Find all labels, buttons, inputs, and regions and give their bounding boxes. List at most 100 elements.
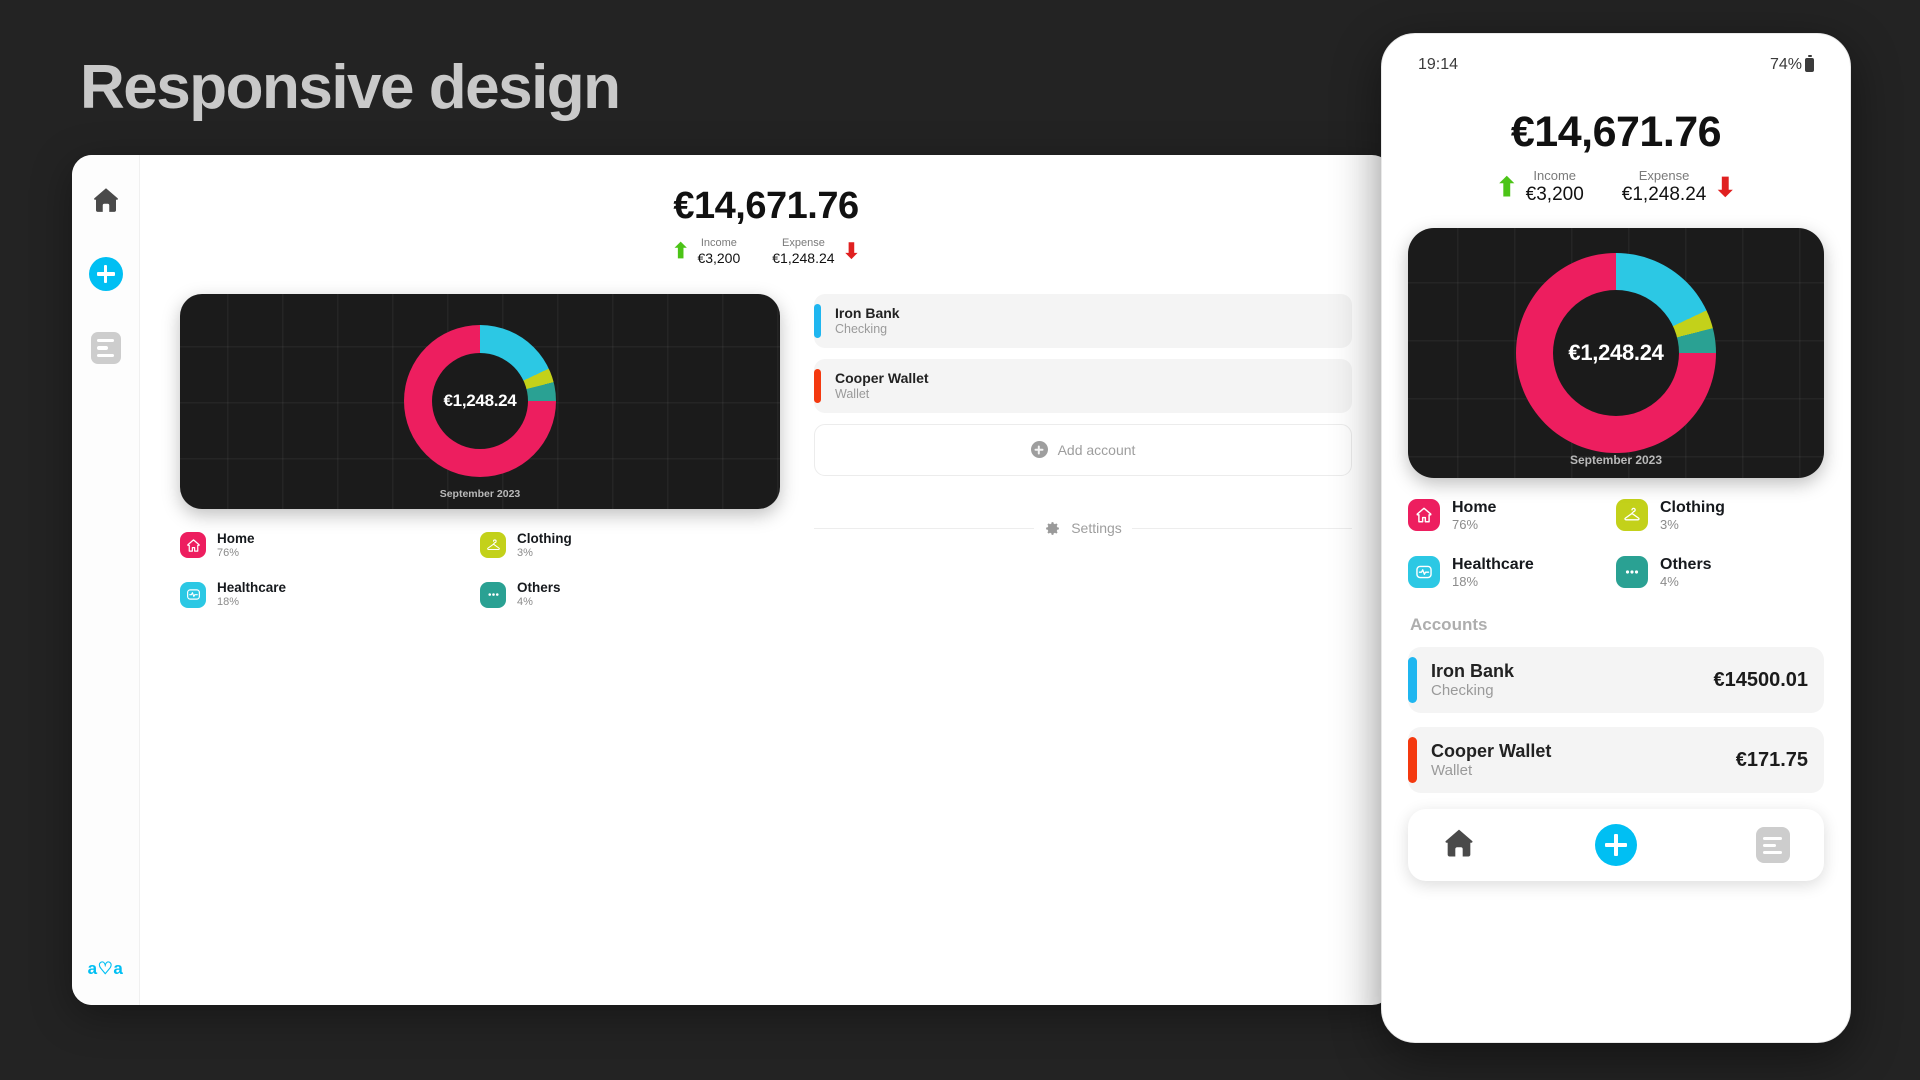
- table-row[interactable]: Iron Bank Checking: [814, 293, 1352, 348]
- account-amount: €14500.01: [1713, 668, 1808, 691]
- accounts-column: Iron Bank Checking Cooper Wallet Wallet …: [814, 293, 1352, 537]
- legend-item[interactable]: Healthcare 18%: [1408, 555, 1616, 590]
- account-type: Checking: [835, 321, 888, 336]
- settings-label: Settings: [1071, 520, 1122, 537]
- table-row[interactable]: Cooper Wallet Wallet: [814, 358, 1352, 413]
- sidebar-item-records[interactable]: [85, 327, 127, 369]
- legend-swatch-healthcare: [180, 581, 206, 608]
- account-color-bar: [1408, 737, 1417, 784]
- account-name: Iron Bank: [835, 304, 900, 321]
- total-balance: €14,671.76: [673, 185, 859, 227]
- divider: [814, 527, 1035, 529]
- table-row[interactable]: Iron Bank Checking €14500.01: [1408, 647, 1824, 714]
- add-account-button[interactable]: Add account: [814, 423, 1352, 476]
- legend-percent: 4%: [517, 596, 533, 609]
- legend-swatch-clothing: [1616, 499, 1648, 532]
- donut-wrap: €1,248.24: [180, 294, 780, 509]
- legend-label: Healthcare: [217, 580, 287, 596]
- phone-balance-header: €14,671.76 ⬆ Income €3,200 Expense €1,24…: [1408, 108, 1824, 206]
- list-icon: [1756, 827, 1790, 864]
- chart-month-label: September 2023: [439, 487, 521, 500]
- home-icon: [1416, 507, 1432, 523]
- account-color-bar: [814, 303, 821, 338]
- desktop-main: €14,671.76 ⬆ Income €3,200 Expense €1,24…: [140, 155, 1392, 1005]
- bottom-nav: [1408, 809, 1824, 882]
- table-row[interactable]: Cooper Wallet Wallet €171.75: [1408, 727, 1824, 794]
- legend-item[interactable]: Others 4%: [1616, 555, 1824, 590]
- add-account-label: Add account: [1057, 441, 1136, 458]
- income-value: €3,200: [697, 249, 741, 266]
- brand-logo: a♡a: [87, 959, 124, 978]
- chart-month-label: September 2023: [1569, 452, 1663, 467]
- status-bar: 19:14 74%: [1382, 50, 1850, 74]
- desktop-panel: a♡a €14,671.76 ⬆ Income €3,200 Expense €…: [72, 155, 1392, 1005]
- category-legend: Home 76% Clothing 3% Healthcare 18% Othe…: [1408, 498, 1824, 612]
- expense-label: Expense: [1638, 168, 1690, 183]
- sidebar-item-home[interactable]: [85, 179, 127, 221]
- expense-value: €1,248.24: [772, 249, 835, 266]
- account-type: Checking: [1431, 682, 1494, 700]
- phone-body: €14,671.76 ⬆ Income €3,200 Expense €1,24…: [1382, 74, 1850, 1042]
- legend-label: Home: [1452, 498, 1497, 516]
- accounts-heading: Accounts: [1410, 615, 1488, 635]
- account-type: Wallet: [835, 386, 870, 401]
- arrow-up-icon: ⬆: [671, 239, 690, 263]
- nav-item-records[interactable]: [1756, 827, 1790, 864]
- expense-label: Expense: [782, 237, 825, 249]
- legend-percent: 18%: [217, 596, 240, 609]
- arrow-up-icon: ⬆: [1495, 172, 1518, 203]
- income-value: €3,200: [1525, 183, 1584, 205]
- legend-swatch-others: [1616, 555, 1648, 588]
- legend-percent: 3%: [1660, 516, 1679, 532]
- income-summary: ⬆ Income €3,200: [672, 237, 740, 266]
- legend-swatch-others: [480, 581, 506, 608]
- home-icon: [93, 188, 118, 212]
- income-label: Income: [700, 237, 737, 249]
- legend-label: Clothing: [1660, 498, 1725, 516]
- gear-icon: [1046, 521, 1060, 535]
- sidebar-item-add[interactable]: [85, 253, 127, 295]
- expense-value: €1,248.24: [1621, 183, 1707, 205]
- plus-icon: [1030, 441, 1048, 459]
- legend-item[interactable]: Clothing 3%: [480, 531, 780, 560]
- donut-wrap: €1,248.24: [1408, 228, 1824, 478]
- chart-column: €1,248.24 September 2023 Home 76% Clothi…: [180, 293, 780, 630]
- arrow-down-icon: ⬇: [1714, 172, 1737, 203]
- nav-item-add[interactable]: [1595, 824, 1637, 867]
- spending-donut-card: €1,248.24 September 2023: [180, 293, 780, 509]
- page-title: Responsive design: [80, 53, 621, 122]
- expense-summary: Expense €1,248.24 ⬇: [772, 237, 860, 266]
- legend-label: Clothing: [517, 530, 572, 546]
- clothing-hanger-icon: [486, 539, 500, 550]
- legend-item[interactable]: Clothing 3%: [1616, 498, 1824, 533]
- account-type: Wallet: [1431, 762, 1473, 780]
- legend-item[interactable]: Others 4%: [480, 580, 780, 609]
- donut-chart: €1,248.24: [1516, 252, 1716, 453]
- donut-center-label: €1,248.24: [1568, 339, 1664, 365]
- category-legend: Home 76% Clothing 3% Healthcare 18% Othe…: [180, 531, 780, 630]
- others-dots-icon: [487, 593, 499, 597]
- status-battery-percent: 74%: [1769, 56, 1802, 73]
- cashflow-summary: ⬆ Income €3,200 Expense €1,248.24 ⬇: [180, 237, 1352, 266]
- legend-item[interactable]: Healthcare 18%: [180, 580, 480, 609]
- legend-item[interactable]: Home 76%: [1408, 498, 1616, 533]
- account-name: Iron Bank: [1431, 660, 1515, 681]
- legend-swatch-home: [1408, 499, 1440, 532]
- content-row: €1,248.24 September 2023 Home 76% Clothi…: [180, 293, 1352, 630]
- healthcare-icon: [1416, 565, 1432, 579]
- expense-summary: Expense €1,248.24 ⬇: [1621, 168, 1737, 206]
- spending-donut-card: €1,248.24 September 2023: [1408, 227, 1824, 478]
- income-summary: ⬆ Income €3,200: [1495, 168, 1584, 206]
- legend-item[interactable]: Home 76%: [180, 531, 480, 560]
- legend-label: Home: [217, 530, 255, 546]
- divider: [1131, 527, 1352, 529]
- legend-swatch-clothing: [480, 532, 506, 559]
- donut-hole: €1,248.24: [1553, 289, 1679, 416]
- legend-swatch-home: [180, 532, 206, 559]
- income-label: Income: [1533, 168, 1577, 183]
- account-name: Cooper Wallet: [1431, 740, 1552, 761]
- legend-label: Others: [1660, 555, 1712, 573]
- settings-row[interactable]: Settings: [814, 520, 1352, 537]
- nav-item-home[interactable]: [1442, 826, 1476, 865]
- balance-header: €14,671.76 ⬆ Income €3,200 Expense €1,24…: [180, 185, 1352, 266]
